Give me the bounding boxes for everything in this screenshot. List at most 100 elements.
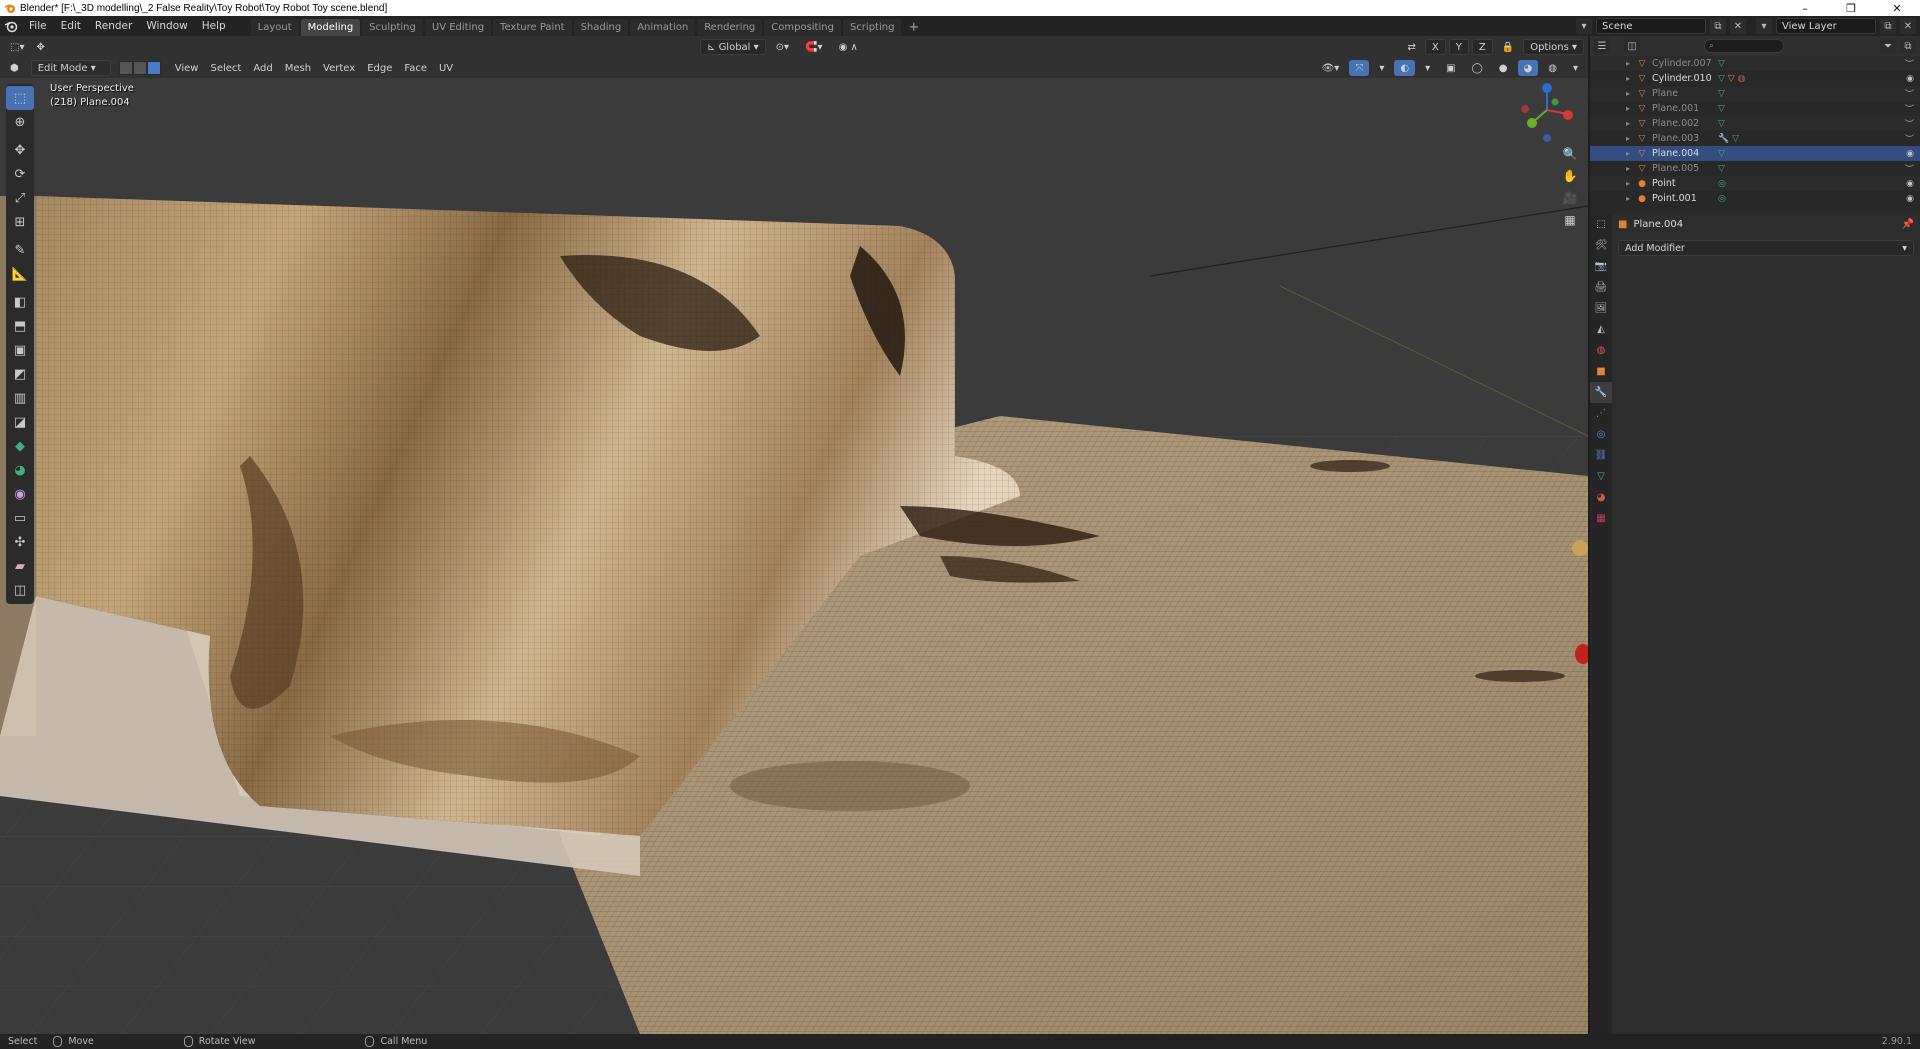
- eye-icon[interactable]: ◉: [1906, 194, 1914, 204]
- tab-animation[interactable]: Animation: [630, 19, 696, 36]
- add-workspace-button[interactable]: +: [903, 19, 924, 36]
- expand-icon[interactable]: ▸: [1626, 119, 1630, 128]
- expand-icon[interactable]: ▸: [1626, 89, 1630, 98]
- shear-icon[interactable]: ▰: [6, 554, 34, 578]
- maximize-button[interactable]: ❐: [1828, 0, 1874, 16]
- poly-build-icon[interactable]: ◆: [6, 434, 34, 458]
- outliner-row-plane-001[interactable]: ▸ ▽ Plane.001 ▽ ︶: [1590, 101, 1920, 116]
- tab-sculpting[interactable]: Sculpting: [362, 19, 423, 36]
- hidden-icon[interactable]: ︶: [1905, 87, 1914, 100]
- cursor-icon[interactable]: ⊕: [6, 110, 34, 134]
- vertex-select-icon[interactable]: [118, 61, 133, 75]
- outliner-row-point[interactable]: ▸ ● Point ◎ ◉: [1590, 176, 1920, 191]
- outliner-row-plane-005[interactable]: ▸ ▽ Plane.005 ▽ ︶: [1590, 161, 1920, 176]
- mirror-options-icon[interactable]: ⇄: [1402, 39, 1422, 55]
- menu-vertex[interactable]: Vertex: [317, 60, 361, 76]
- hidden-icon[interactable]: ︶: [1905, 162, 1914, 175]
- expand-icon[interactable]: ▸: [1626, 194, 1630, 203]
- overlay-dropdown-icon[interactable]: ▾: [1419, 60, 1436, 76]
- delete-scene-icon[interactable]: ✕: [1730, 18, 1746, 34]
- menu-file[interactable]: File: [22, 16, 54, 36]
- menu-select[interactable]: Select: [204, 60, 247, 76]
- orientation-dropdown[interactable]: ⊾ Global ▾: [700, 39, 766, 55]
- tab-compositing[interactable]: Compositing: [764, 19, 841, 36]
- tab-rendering[interactable]: Rendering: [697, 19, 763, 36]
- options-dropdown[interactable]: Options ▾: [1523, 39, 1584, 55]
- add-modifier-dropdown[interactable]: Add Modifier ▾: [1618, 240, 1914, 256]
- tab-scripting[interactable]: Scripting: [842, 19, 902, 36]
- camera-view-icon[interactable]: 🎥: [1560, 188, 1580, 208]
- view-layer-tab-icon[interactable]: 🖼: [1590, 298, 1612, 319]
- output-tab-icon[interactable]: 🖨: [1590, 277, 1612, 298]
- shading-dropdown-icon[interactable]: ▾: [1567, 60, 1584, 76]
- outliner-search-input[interactable]: ⌕: [1704, 39, 1784, 53]
- add-cube-icon[interactable]: ◧: [6, 290, 34, 314]
- snap-icon[interactable]: 🧲▾: [799, 39, 828, 55]
- viewport-scene[interactable]: [0, 36, 1588, 1034]
- wireframe-shading-icon[interactable]: ◯: [1466, 60, 1489, 76]
- menu-mesh[interactable]: Mesh: [279, 60, 317, 76]
- scene-browse-icon[interactable]: ▾: [1576, 18, 1592, 34]
- tab-shading[interactable]: Shading: [573, 19, 629, 36]
- spin-icon[interactable]: ◕: [6, 458, 34, 482]
- expand-icon[interactable]: ▸: [1626, 59, 1630, 68]
- outliner-row-cylinder-010[interactable]: ▸ ▽ Cylinder.010 ▽ ▽ ◍ ◉: [1590, 71, 1920, 86]
- pan-hand-icon[interactable]: ✋: [1560, 166, 1580, 186]
- 3d-viewport[interactable]: ⬚▾ ✥ ⊾ Global ▾ ⊙▾ 🧲▾ ◉ ∧ ⇄ X Y Z 🔒 Opti…: [0, 36, 1588, 1034]
- navigation-gizmo[interactable]: [1515, 80, 1575, 146]
- outliner-editor-icon[interactable]: ☰: [1594, 38, 1610, 54]
- extrude-icon[interactable]: ⬒: [6, 314, 34, 338]
- hidden-icon[interactable]: ︶: [1905, 117, 1914, 130]
- menu-edge[interactable]: Edge: [361, 60, 398, 76]
- pivot-point-icon[interactable]: ⊙▾: [770, 39, 795, 55]
- tab-texture-paint[interactable]: Texture Paint: [493, 19, 572, 36]
- edge-slide-icon[interactable]: ▭: [6, 506, 34, 530]
- view-layer-browse-icon[interactable]: ▾: [1756, 18, 1772, 34]
- solid-shading-icon[interactable]: ●: [1493, 60, 1514, 76]
- display-mode-icon[interactable]: ◫: [1624, 38, 1640, 54]
- outliner-row-plane-004[interactable]: ▸ ▽ Plane.004 ▽ ◉: [1590, 146, 1920, 161]
- bevel-icon[interactable]: ◩: [6, 362, 34, 386]
- filter-icon[interactable]: ⏷: [1880, 38, 1896, 54]
- mode-dropdown[interactable]: Edit Mode ▾: [30, 60, 111, 76]
- expand-icon[interactable]: ▸: [1626, 74, 1630, 83]
- expand-icon[interactable]: ▸: [1626, 179, 1630, 188]
- world-tab-icon[interactable]: ◍: [1590, 340, 1612, 361]
- view-layer-field[interactable]: View Layer: [1776, 18, 1876, 34]
- move-icon[interactable]: ✥: [6, 138, 34, 162]
- outliner-row-plane-002[interactable]: ▸ ▽ Plane.002 ▽ ︶: [1590, 116, 1920, 131]
- gizmo-toggle-icon[interactable]: ⤧: [1349, 60, 1370, 76]
- knife-icon[interactable]: ◪: [6, 410, 34, 434]
- menu-edit[interactable]: Edit: [54, 16, 88, 36]
- expand-icon[interactable]: ▸: [1626, 164, 1630, 173]
- hidden-icon[interactable]: ︶: [1905, 102, 1914, 115]
- smooth-icon[interactable]: ◉: [6, 482, 34, 506]
- object-tab-icon[interactable]: ■: [1590, 361, 1612, 382]
- lock-icon[interactable]: 🔒: [1496, 39, 1520, 55]
- delete-view-layer-icon[interactable]: ✕: [1900, 18, 1916, 34]
- menu-uv[interactable]: UV: [433, 60, 459, 76]
- shrink-fatten-icon[interactable]: ✣: [6, 530, 34, 554]
- select-box-icon[interactable]: ⬚: [6, 86, 34, 110]
- expand-icon[interactable]: ▸: [1626, 134, 1630, 143]
- loop-cut-icon[interactable]: ▥: [6, 386, 34, 410]
- rotate-icon[interactable]: ⟳: [6, 162, 34, 186]
- material-shading-icon[interactable]: ◕: [1517, 60, 1539, 76]
- edge-select-icon[interactable]: [132, 61, 147, 75]
- material-tab-icon[interactable]: ◕: [1590, 487, 1612, 508]
- mirror-z-toggle[interactable]: Z: [1471, 39, 1493, 55]
- render-tab-icon[interactable]: 📷: [1590, 256, 1612, 277]
- outliner-row-plane[interactable]: ▸ ▽ Plane ▽ ︶: [1590, 86, 1920, 101]
- inset-icon[interactable]: ▣: [6, 338, 34, 362]
- constraints-tab-icon[interactable]: ⛓: [1590, 445, 1612, 466]
- mirror-y-toggle[interactable]: Y: [1448, 39, 1469, 55]
- ortho-toggle-icon[interactable]: ▦: [1560, 210, 1580, 230]
- rendered-shading-icon[interactable]: ◍: [1542, 60, 1563, 76]
- physics-tab-icon[interactable]: ◎: [1590, 424, 1612, 445]
- outliner-row-cylinder-007[interactable]: ▸ ▽ Cylinder.007 ▽ ︶: [1590, 56, 1920, 71]
- menu-add[interactable]: Add: [247, 60, 278, 76]
- visibility-icon[interactable]: 👁▾: [1316, 60, 1346, 76]
- outliner-row-point-001[interactable]: ▸ ● Point.001 ◎ ◉: [1590, 191, 1920, 206]
- modifier-tab-icon[interactable]: 🔧: [1590, 382, 1612, 403]
- annotate-icon[interactable]: ✎: [6, 238, 34, 262]
